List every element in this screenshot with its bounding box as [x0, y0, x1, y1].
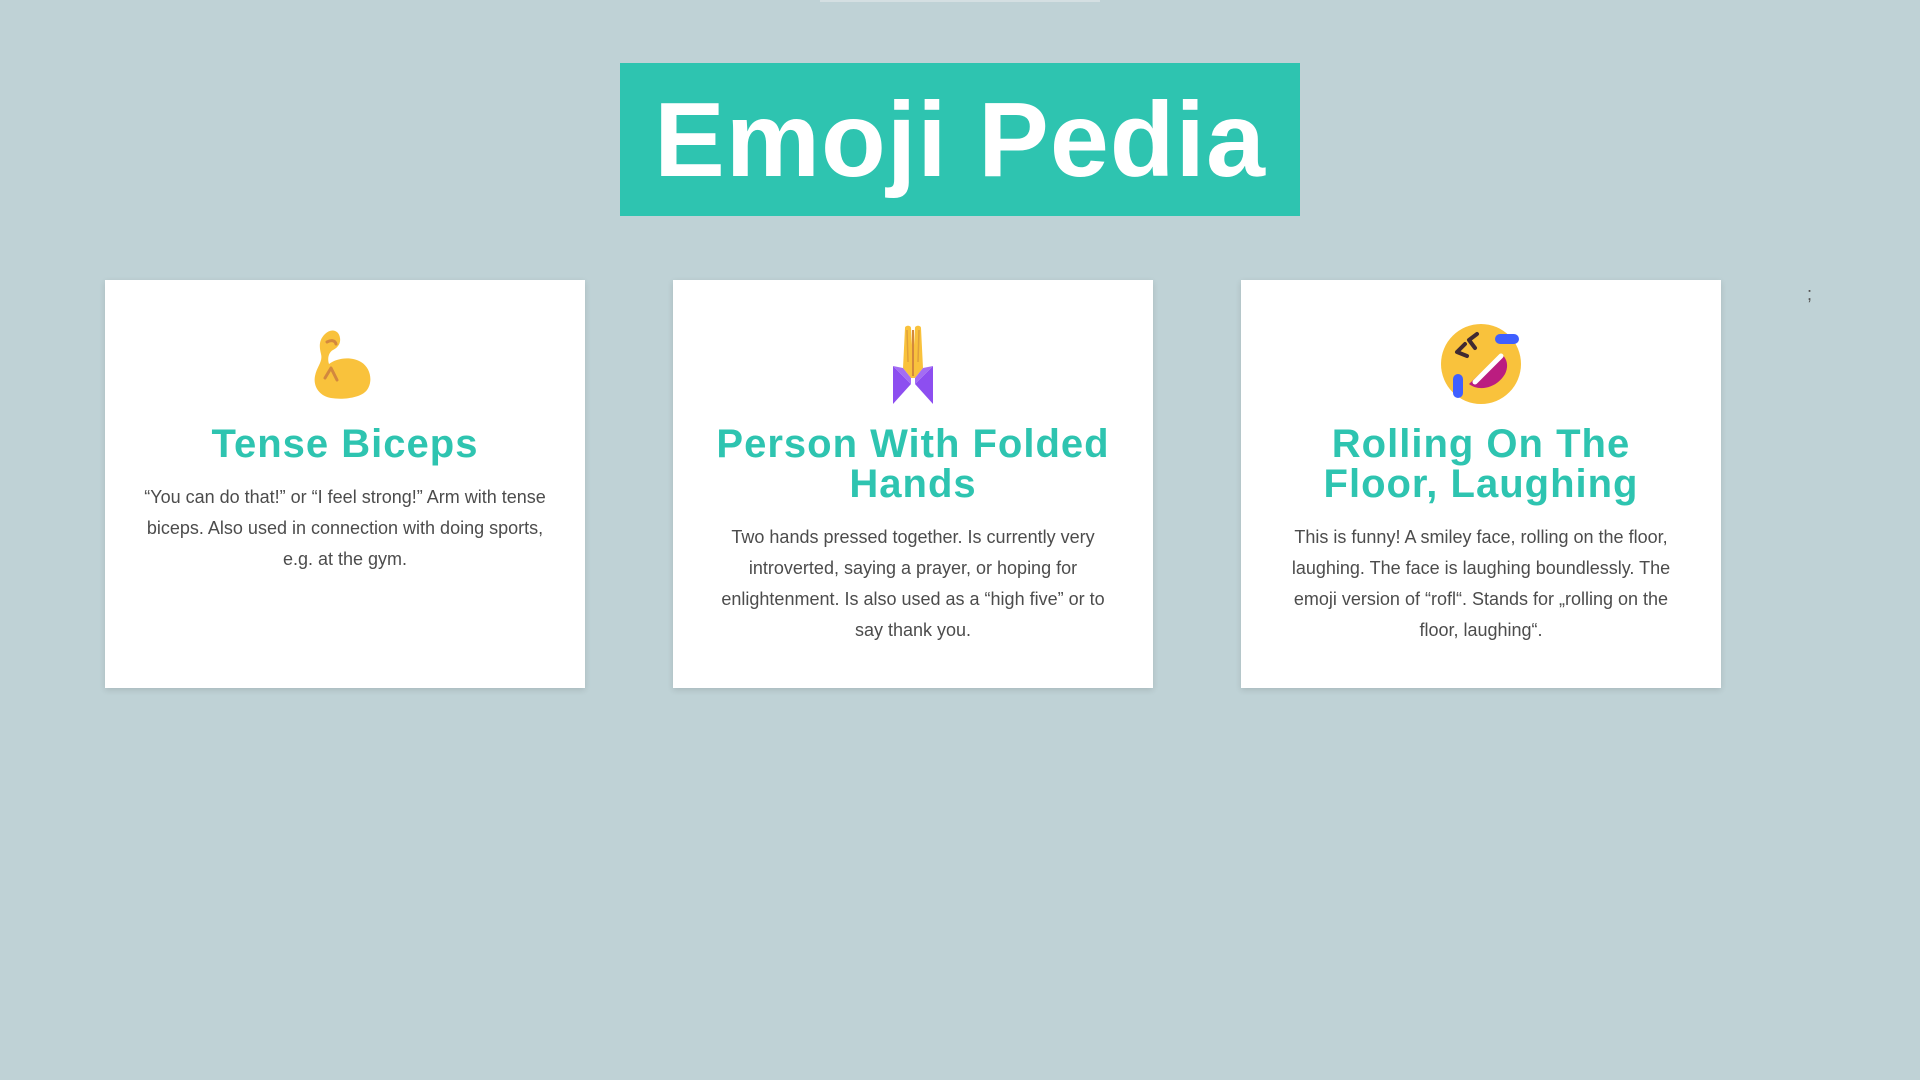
card-description: This is funny! A smiley face, rolling on…: [1291, 527, 1671, 640]
card-title: Person With Folded Hands: [716, 422, 1110, 506]
card-description: Two hands pressed together. Is currently…: [721, 527, 1105, 640]
page-header: Emoji Pedia: [620, 63, 1300, 216]
card-title: Rolling On The Floor, Laughing: [1323, 422, 1639, 506]
card-title: Tense Biceps: [211, 422, 479, 466]
emoji-card: Tense Biceps “You can do that!” or “I fe…: [105, 280, 585, 688]
rolling-on-floor-laughing-icon: [1441, 324, 1521, 404]
page-title: Emoji Pedia: [654, 80, 1266, 199]
stray-semicolon: ;: [1807, 284, 1813, 304]
card-description: “You can do that!” or “I feel strong!” A…: [144, 487, 546, 569]
emoji-card: Person With Folded Hands Two hands press…: [673, 280, 1153, 688]
folded-hands-icon: [893, 325, 933, 404]
flexed-biceps-icon: [314, 330, 371, 399]
top-divider: [820, 0, 1100, 2]
emoji-card: Rolling On The Floor, Laughing This is f…: [1241, 280, 1721, 688]
